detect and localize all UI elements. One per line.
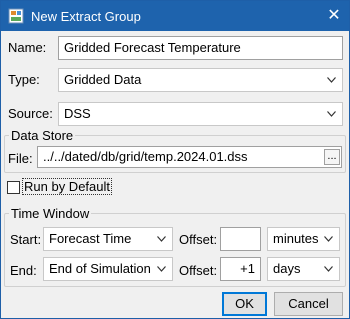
start-unit-select[interactable]: minutes xyxy=(267,227,340,251)
time-window-title: Time Window xyxy=(9,206,92,221)
chevron-down-icon xyxy=(327,111,336,117)
title-bar[interactable]: New Extract Group ✕ xyxy=(1,1,349,31)
end-select[interactable]: End of Simulation xyxy=(43,257,173,281)
start-offset-label: Offset: xyxy=(179,232,218,247)
chevron-down-icon xyxy=(324,266,333,272)
run-by-default-checkbox[interactable] xyxy=(7,181,20,194)
end-offset-input[interactable]: +1 xyxy=(220,257,261,281)
end-label: End: xyxy=(10,263,37,278)
app-icon xyxy=(8,8,24,24)
file-input[interactable]: ../../dated/db/grid/temp.2024.01.dss xyxy=(37,146,342,168)
name-label: Name: xyxy=(8,40,47,55)
cancel-button[interactable]: Cancel xyxy=(274,292,343,316)
source-select-value: DSS xyxy=(64,106,91,121)
end-offset-label: Offset: xyxy=(179,263,218,278)
chevron-down-icon xyxy=(324,236,333,242)
browse-button[interactable]: ... xyxy=(324,149,340,165)
type-select-value: Gridded Data xyxy=(64,72,142,87)
end-select-value: End of Simulation xyxy=(49,261,151,276)
chevron-down-icon xyxy=(157,236,166,242)
window-title: New Extract Group xyxy=(31,9,141,24)
data-store-title: Data Store xyxy=(9,128,76,143)
type-label: Type: xyxy=(8,72,40,87)
close-icon[interactable]: ✕ xyxy=(323,5,345,27)
dialog-window: New Extract Group ✕ Name: Gridded Foreca… xyxy=(0,0,350,319)
source-select[interactable]: DSS xyxy=(58,102,343,126)
chevron-down-icon xyxy=(327,77,336,83)
ok-button[interactable]: OK xyxy=(222,292,267,316)
start-select-value: Forecast Time xyxy=(49,231,132,246)
start-label: Start: xyxy=(10,232,42,247)
chevron-down-icon xyxy=(157,266,166,272)
end-unit-select[interactable]: days xyxy=(267,257,340,281)
start-offset-input[interactable] xyxy=(220,227,261,251)
file-label: File: xyxy=(8,151,33,166)
start-select[interactable]: Forecast Time xyxy=(43,227,173,251)
end-unit-value: days xyxy=(273,261,301,276)
name-input[interactable]: Gridded Forecast Temperature xyxy=(58,36,343,60)
run-by-default-label[interactable]: Run by Default xyxy=(22,178,112,195)
start-unit-value: minutes xyxy=(273,231,319,246)
source-label: Source: xyxy=(8,106,53,121)
type-select[interactable]: Gridded Data xyxy=(58,68,343,92)
